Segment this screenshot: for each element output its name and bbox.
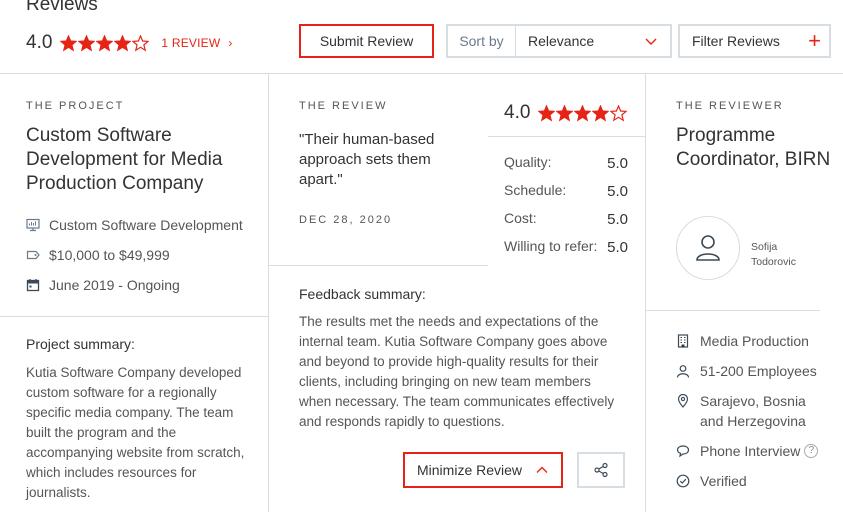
reviews-title: Reviews [26,0,98,15]
star-filled-icon [96,34,114,51]
monitor-icon [26,218,40,232]
reviewer-location-text: Sarajevo, Bosnia and Herzegovina [700,393,806,429]
price-tag-icon [26,250,40,260]
sort-control: Sort by Relevance [446,24,672,58]
reviewer-verification: Verified [676,471,747,491]
reviews-header: Reviews 4.0 1 REVIEW › Submit Review Sort… [0,0,843,74]
score-value: 5.0 [607,155,628,172]
reviewer-location: Sarajevo, Bosnia and Herzegovina [676,391,816,431]
chevron-up-icon [536,466,548,473]
person-icon [676,365,690,378]
submit-review-button[interactable]: Submit Review [299,24,434,58]
star-filled-icon [60,34,78,51]
reviewer-name: Sofija Todorovic [751,240,821,270]
sort-select[interactable]: Relevance [516,26,670,56]
star-filled-icon [592,104,610,121]
overall-stars [60,34,150,52]
star-empty-icon [610,104,628,121]
score-cost: Cost: 5.0 [504,210,628,228]
score-label: Schedule: [504,182,567,198]
review-stars [538,104,628,122]
share-icon [594,462,608,478]
location-pin-icon [677,394,689,408]
score-willing-to-refer: Willing to refer: 5.0 [504,238,628,256]
chat-bubble-icon [676,445,690,458]
star-filled-icon [574,104,592,121]
overall-rating: 4.0 1 REVIEW › [26,32,233,54]
column-divider [645,74,646,512]
review-date: DEC 28, 2020 [299,214,393,226]
score-label: Willing to refer: [504,238,598,254]
score-label: Cost: [504,210,537,226]
review-section-label: THE REVIEW [299,100,388,112]
star-filled-icon [114,34,132,51]
minimize-review-button[interactable]: Minimize Review [403,452,563,488]
reviewer-section-label: THE REVIEWER [676,100,784,112]
project-dates-text: June 2019 - Ongoing [49,277,180,293]
share-button[interactable] [577,452,625,488]
reviewer-company-size: 51-200 Employees [676,361,817,381]
score-value: 5.0 [607,183,628,200]
column-divider [268,74,269,512]
reviewer-industry-text: Media Production [700,333,809,349]
user-icon [696,235,720,261]
project-summary: Kutia Software Company developed custom … [26,365,245,500]
chevron-down-icon [645,38,657,45]
project-summary-label: Project summary: [26,336,135,352]
reviewer-interview-type: Phone Interview ? [676,441,819,461]
score-label: Quality: [504,154,552,170]
project-service-text: Custom Software Development [49,217,243,233]
review-count-link[interactable]: 1 REVIEW › [161,36,232,50]
star-filled-icon [538,104,556,121]
score-value: 5.0 [607,239,628,256]
review-rating-value: 4.0 [504,102,531,123]
score-schedule: Schedule: 5.0 [504,182,628,200]
review-rating: 4.0 [504,102,628,124]
review-count-label: 1 REVIEW [161,36,221,50]
reviewer-verification-text: Verified [700,473,747,489]
score-value: 5.0 [607,211,628,228]
reviewer-divider [646,310,820,311]
star-filled-icon [556,104,574,121]
reviewer-last-name: Todorovic [751,256,796,268]
project-section-label: THE PROJECT [26,100,125,112]
minimize-review-label: Minimize Review [417,462,523,478]
project-dates: June 2019 - Ongoing [26,277,180,293]
avatar [676,216,740,280]
filter-reviews-label: Filter Reviews [692,33,780,49]
project-title: Custom Software Development for Media Pr… [26,125,223,194]
star-empty-icon [132,34,150,51]
reviewer-title: Programme Coordinator, BIRN [676,125,831,170]
score-quality: Quality: 5.0 [504,154,628,172]
project-budget: $10,000 to $49,999 [26,247,170,263]
check-circle-icon [676,474,690,488]
building-icon [677,334,689,348]
filter-reviews-button[interactable]: Filter Reviews + [678,24,831,58]
reviewer-interview-text: Phone Interview [700,443,801,459]
review-quote: "Their human-based approach sets them ap… [299,131,435,188]
star-filled-icon [78,34,96,51]
reviewer-company-size-text: 51-200 Employees [700,363,817,379]
plus-icon: + [808,28,821,53]
sort-value: Relevance [528,33,595,49]
reviewer-first-name: Sofija [751,241,778,253]
project-budget-text: $10,000 to $49,999 [49,247,170,263]
project-divider [0,316,268,317]
review-scores: 4.0 Quality: 5.0 Schedule: 5.0 Cost: 5.0… [488,74,645,266]
overall-rating-value: 4.0 [26,32,53,53]
review-divider [269,265,488,266]
feedback-summary-label: Feedback summary: [299,286,426,302]
scores-divider [488,136,645,137]
project-service: Custom Software Development [26,217,243,233]
sort-label: Sort by [448,26,516,56]
calendar-icon [26,279,40,292]
feedback-summary: The results met the needs and expectatio… [299,314,615,429]
reviewer-industry: Media Production [676,331,809,351]
chevron-right-icon: › [228,36,233,50]
help-icon[interactable]: ? [804,444,819,458]
